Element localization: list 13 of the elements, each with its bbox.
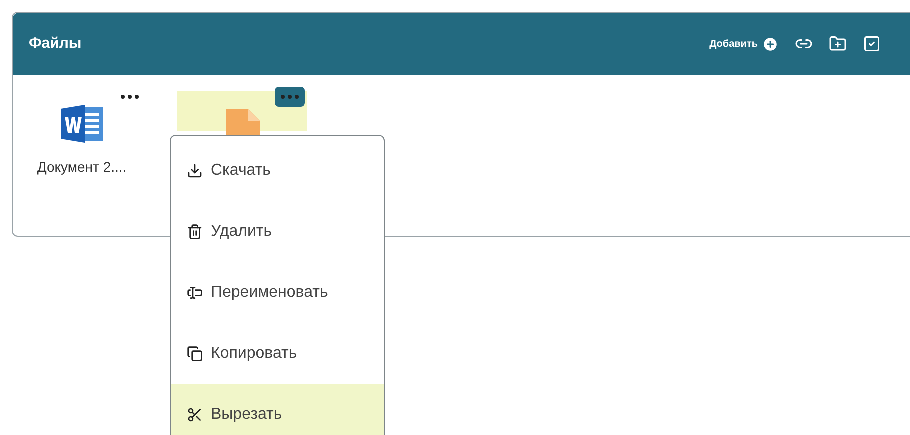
menu-item-label: Удалить (211, 222, 272, 242)
file-name: Документ 2.... (37, 158, 127, 177)
menu-item[interactable]: Скачать (171, 140, 384, 201)
menu-item[interactable]: Удалить (171, 201, 384, 262)
add-button[interactable]: Добавить (710, 36, 779, 52)
menu-item[interactable]: Переименовать (171, 262, 384, 323)
menu-item[interactable]: Вырезать (171, 384, 384, 435)
menu-item-label: Вырезать (211, 404, 282, 424)
menu-item-label: Переименовать (211, 282, 328, 302)
menu-item-label: Скачать (211, 160, 271, 180)
menu-item[interactable]: Копировать (171, 323, 384, 384)
panel-title: Файлы (29, 34, 82, 54)
menu-item-label: Копировать (211, 344, 298, 364)
